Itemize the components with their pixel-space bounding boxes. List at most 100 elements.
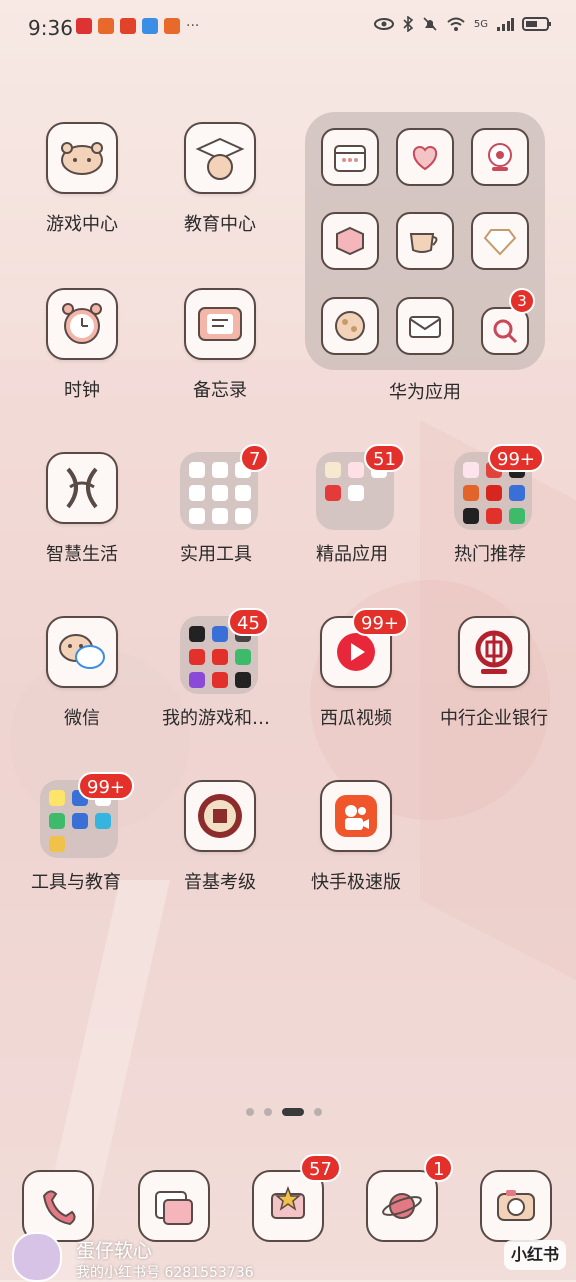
notification-badge: 1 [424, 1154, 454, 1182]
mini-app-icon [49, 790, 65, 806]
notification-badge: 99+ [352, 608, 408, 636]
mini-app-icon [463, 508, 479, 524]
app-boc-enterprise-bank[interactable]: 中行企业银行 [434, 616, 554, 746]
mini-app-icon [486, 508, 502, 524]
signal-icon [497, 18, 514, 31]
notification-badge: 99+ [78, 772, 134, 800]
notification-icon [164, 18, 180, 34]
folder-premium-apps[interactable]: 51 精品应用 [292, 444, 412, 582]
more-dots-icon: ··· [186, 18, 200, 34]
wifi-icon [447, 17, 465, 31]
page-dot-active[interactable] [282, 1108, 304, 1116]
app-music-exam[interactable]: 音基考级 [160, 780, 280, 910]
status-time: 9:36 [28, 16, 73, 40]
folder-utility-tools[interactable]: 7 实用工具 [156, 444, 276, 582]
mini-app-icon [509, 508, 525, 524]
mini-app-icon [212, 462, 228, 478]
app-education-center[interactable]: 教育中心 [160, 122, 280, 252]
app-xigua-video[interactable]: 99+ 西瓜视频 [296, 608, 416, 746]
eye-icon [373, 18, 394, 30]
app-label: 精品应用 [316, 544, 388, 565]
creator-id: 我的小红书号 6281553736 [76, 1265, 254, 1281]
mini-app-icon [325, 462, 341, 478]
diamond-icon [471, 212, 529, 270]
bluetooth-icon [403, 16, 414, 32]
folder-hot-recommend[interactable]: 99+ 热门推荐 [430, 444, 550, 582]
gallery-icon[interactable] [138, 1170, 210, 1242]
notification-badge: 3 [509, 288, 535, 314]
mini-app-icon [189, 462, 205, 478]
app-label: 微信 [64, 708, 100, 729]
mini-app-icon [486, 485, 502, 501]
brand-watermark: 小红书 [504, 1240, 566, 1270]
notification-icon [120, 18, 136, 34]
app-memo[interactable]: 备忘录 [160, 288, 280, 418]
mini-app-icon [95, 813, 111, 829]
mini-app-icon [189, 649, 205, 665]
mini-app-icon [212, 508, 228, 524]
music-exam-icon [184, 780, 256, 852]
folder-label: 华为应用 [389, 382, 461, 403]
calendar-icon [321, 128, 379, 186]
graduation-cap-icon [184, 122, 256, 194]
notification-icon [76, 18, 92, 34]
app-smart-life[interactable]: 智慧生活 [22, 452, 142, 582]
search-icon [481, 307, 529, 355]
network-type: 5G [473, 18, 488, 30]
folder-tools-education[interactable]: 99+ 工具与教育 [16, 772, 136, 910]
cube-icon [321, 212, 379, 270]
planet-browser-icon[interactable] [366, 1170, 438, 1242]
app-label: 教育中心 [184, 214, 256, 235]
camera-icon[interactable] [480, 1170, 552, 1242]
app-game-center[interactable]: 游戏中心 [22, 122, 142, 252]
wechat-icon [46, 616, 118, 688]
avatar[interactable] [12, 1232, 62, 1282]
notepad-icon [184, 288, 256, 360]
mini-app-icon [348, 462, 364, 478]
app-label: 音基考级 [184, 872, 256, 893]
notification-badge: 7 [240, 444, 270, 472]
mini-app-icon [348, 485, 364, 501]
mini-app-icon [235, 485, 251, 501]
battery-icon [522, 17, 551, 31]
page-indicator[interactable] [246, 1108, 322, 1116]
app-label: 智慧生活 [46, 544, 118, 565]
app-clock[interactable]: 时钟 [22, 288, 142, 418]
notification-badge: 99+ [488, 444, 544, 472]
notification-icon [142, 18, 158, 34]
mini-app-icon [212, 626, 228, 642]
envelope-icon [396, 297, 454, 355]
folder-my-games[interactable]: 45 我的游戏和… [156, 608, 276, 746]
camera-icon [471, 128, 529, 186]
mini-app-icon [235, 649, 251, 665]
mini-app-icon [72, 813, 88, 829]
app-label: 游戏中心 [46, 214, 118, 235]
app-label: 快手极速版 [311, 872, 401, 893]
folder-huawei-apps[interactable]: 3 [305, 112, 545, 370]
page-dot[interactable] [314, 1108, 322, 1116]
status-bar: 9:36 ··· 5G [0, 0, 576, 56]
boc-bank-icon [458, 616, 530, 688]
creator-name: 蛋仔软心 [76, 1240, 153, 1262]
app-label: 我的游戏和… [162, 708, 270, 729]
mini-app-icon [235, 672, 251, 688]
smart-life-icon [46, 452, 118, 524]
app-wechat[interactable]: 微信 [22, 616, 142, 746]
mini-app-icon [189, 672, 205, 688]
app-label: 热门推荐 [454, 544, 526, 565]
app-kuaishou-lite[interactable]: 快手极速版 [296, 780, 416, 910]
notification-badge: 45 [228, 608, 269, 636]
notification-icon [98, 18, 114, 34]
page-dot[interactable] [246, 1108, 254, 1116]
app-label: 西瓜视频 [320, 708, 392, 729]
mini-app-icon [509, 485, 525, 501]
page-dot[interactable] [264, 1108, 272, 1116]
mini-app-icon [463, 462, 479, 478]
mini-app-icon [189, 485, 205, 501]
mini-app-icon [49, 836, 65, 852]
notification-icons: ··· [76, 18, 199, 34]
mini-app-icon [49, 813, 65, 829]
mini-app-icon [212, 672, 228, 688]
app-label: 备忘录 [193, 380, 247, 401]
mini-app-icon [235, 508, 251, 524]
